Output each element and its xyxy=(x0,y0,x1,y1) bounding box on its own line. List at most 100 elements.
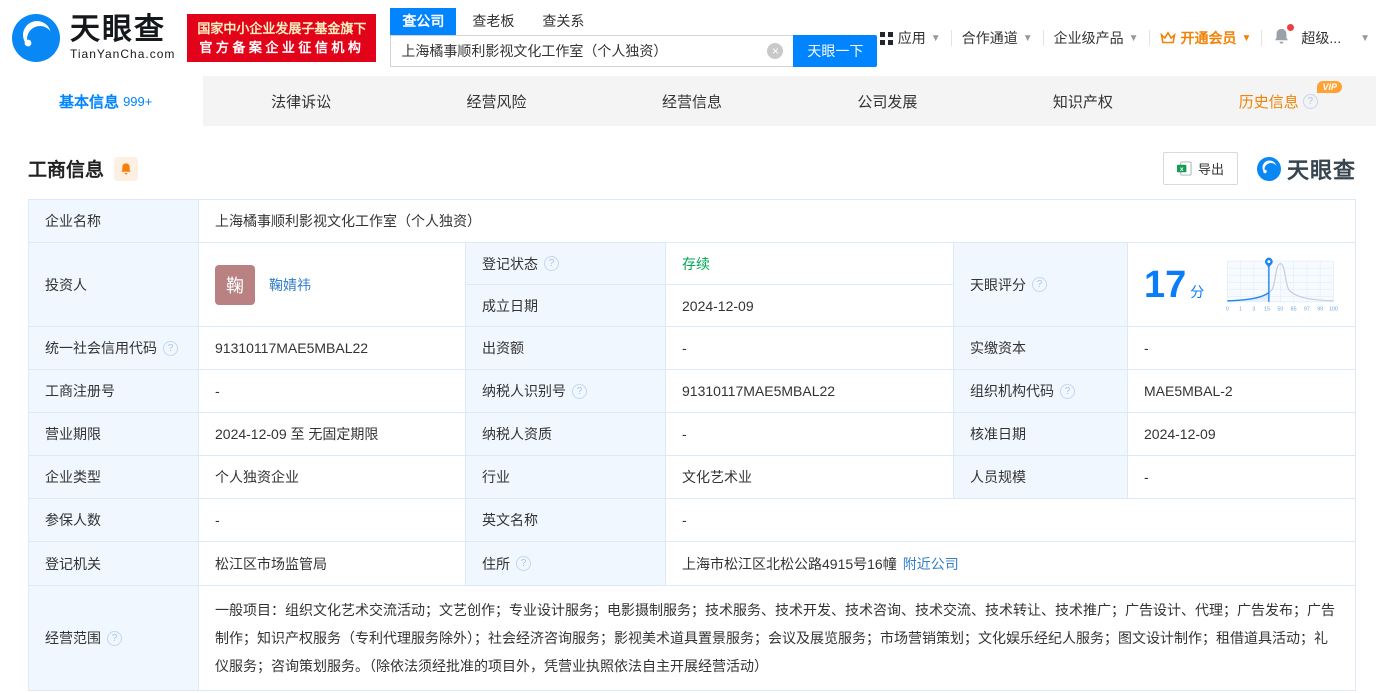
nearby-companies-link[interactable]: 附近公司 xyxy=(903,554,959,574)
notifications-button[interactable] xyxy=(1272,24,1295,49)
section-header: 工商信息 x 导出 天眼查 xyxy=(28,152,1356,185)
certification-line1: 国家中小企业发展子基金旗下 xyxy=(197,21,367,36)
help-icon[interactable]: ? xyxy=(1060,383,1075,399)
search-tab-relation[interactable]: 查关系 xyxy=(530,8,596,35)
search-input[interactable] xyxy=(390,35,794,67)
chevron-down-icon: ▼ xyxy=(1241,32,1252,44)
field-value-investor: 鞠 鞠婧祎 xyxy=(199,243,466,327)
search-tab-boss[interactable]: 查老板 xyxy=(460,8,526,35)
score-axis-label: 0 xyxy=(1226,306,1229,312)
tab-company-development[interactable]: 公司发展 xyxy=(790,76,985,126)
watermark-text: 天眼查 xyxy=(1286,157,1356,183)
export-button[interactable]: x 导出 xyxy=(1162,152,1238,185)
help-icon[interactable]: ? xyxy=(1302,93,1318,109)
score-axis-labels: 0 1 3 15 50 85 97 99 100 xyxy=(1226,306,1338,312)
field-label-address: 住所 ? xyxy=(466,542,666,586)
tab-operation-info[interactable]: 经营信息 xyxy=(594,76,789,126)
top-menu: 应用 ▼ 合作通道 ▼ 企业级产品 ▼ 开通会员 ▼ 超级... ▼ xyxy=(879,24,1370,49)
field-label-approval-date: 核准日期 xyxy=(954,413,1128,456)
field-label-reg-authority: 登记机关 xyxy=(29,542,199,586)
field-value-taxpayer-qualification: - xyxy=(666,413,954,456)
page: 天眼查 TianYanCha.com 国家中小企业发展子基金旗下 官方备案企业征… xyxy=(0,0,1384,693)
chevron-down-icon: ▼ xyxy=(930,32,941,44)
field-value-reg-status: 存续 xyxy=(666,243,954,285)
svg-text:x: x xyxy=(1180,166,1184,173)
divider xyxy=(1042,30,1044,46)
field-value-reg-authority: 松江区市场监管局 xyxy=(199,542,466,586)
field-label-business-scope: 经营范围 ? xyxy=(29,586,199,691)
certification-badge: 国家中小企业发展子基金旗下 官方备案企业征信机构 xyxy=(187,14,377,62)
chevron-down-icon: ▼ xyxy=(1360,32,1370,44)
score-axis-label: 85 xyxy=(1291,306,1297,312)
field-label-industry: 行业 xyxy=(466,456,666,499)
field-label-org-code: 组织机构代码 ? xyxy=(954,370,1128,413)
excel-icon: x xyxy=(1176,161,1192,176)
investor-avatar[interactable]: 鞠 xyxy=(215,264,255,305)
help-icon[interactable]: ? xyxy=(163,340,178,356)
help-icon[interactable]: ? xyxy=(544,256,559,271)
score-axis-label: 100 xyxy=(1329,306,1338,312)
field-value-address: 上海市松江区北松公路4915号16幢 附近公司 xyxy=(666,542,1356,586)
crown-icon xyxy=(1159,31,1176,44)
tab-intellectual-property[interactable]: 知识产权 xyxy=(985,76,1180,126)
field-label-insured-count: 参保人数 xyxy=(29,499,199,542)
business-info-table: 企业名称 上海橘事顺利影视文化工作室（个人独资） 投资人 鞠 鞠婧祎 登记状态 … xyxy=(28,199,1356,691)
field-value-company-name: 上海橘事顺利影视文化工作室（个人独资） xyxy=(199,200,1356,243)
field-value-business-term: 2024-12-09 至 无固定期限 xyxy=(199,413,466,456)
bell-icon xyxy=(121,162,131,174)
menu-item-enterprise[interactable]: 企业级产品 ▼ xyxy=(1054,28,1139,48)
score-axis-label: 3 xyxy=(1253,306,1256,312)
menu-item-membership[interactable]: 开通会员 ▼ xyxy=(1159,28,1252,48)
chevron-down-icon: ▼ xyxy=(1022,32,1033,44)
search-button[interactable]: 天眼一下 xyxy=(793,35,878,67)
field-value-tianyan-score: 17 分 0 1 3 15 50 85 97 99 100 xyxy=(1128,243,1356,327)
field-value-reg-number: - xyxy=(199,370,466,413)
main-content: 工商信息 x 导出 天眼查 企业名称 上海橘事顺利影视文化工作室（个人独资） 投… xyxy=(0,152,1384,691)
tab-basic-info[interactable]: 基本信息 999+ xyxy=(8,76,204,126)
chevron-down-icon: ▼ xyxy=(1128,32,1139,44)
field-label-paid-capital: 实缴资本 xyxy=(954,327,1128,370)
help-icon[interactable]: ? xyxy=(107,630,122,646)
investor-link[interactable]: 鞠婧祎 xyxy=(269,275,311,295)
score-axis-label: 50 xyxy=(1278,306,1284,312)
score-number: 17 xyxy=(1144,263,1187,306)
tab-history-info[interactable]: 历史信息 ? VIP xyxy=(1181,76,1376,126)
field-value-approval-date: 2024-12-09 xyxy=(1128,413,1356,456)
search-area: 查公司 查老板 查关系 × 天眼一下 xyxy=(390,8,878,67)
tianyancha-logo-icon xyxy=(12,14,60,62)
score-distribution-chart: 0 1 3 15 50 85 97 99 100 xyxy=(1226,257,1338,312)
menu-item-cooperation[interactable]: 合作通道 ▼ xyxy=(962,28,1033,48)
field-label-staff-size: 人员规模 xyxy=(954,456,1128,499)
field-label-company-type: 企业类型 xyxy=(29,456,199,499)
field-value-insured-count: - xyxy=(199,499,466,542)
field-label-taxpayer-id: 纳税人识别号 ? xyxy=(466,370,666,413)
help-icon[interactable]: ? xyxy=(516,556,531,571)
field-label-taxpayer-qualification: 纳税人资质 xyxy=(466,413,666,456)
menu-item-apps[interactable]: 应用 ▼ xyxy=(879,28,941,48)
field-label-investor: 投资人 xyxy=(29,243,199,327)
field-value-english-name: - xyxy=(666,499,1356,542)
brand-name: 天眼查 xyxy=(70,13,166,46)
field-value-capital-contribution: - xyxy=(666,327,954,370)
monitor-bell-button[interactable] xyxy=(114,156,139,181)
field-label-establish-date: 成立日期 xyxy=(466,285,666,327)
tab-legal-proceedings[interactable]: 法律诉讼 xyxy=(203,76,398,126)
search-tab-company[interactable]: 查公司 xyxy=(390,8,457,35)
menu-item-account[interactable]: 超级... ▼ xyxy=(1301,28,1370,48)
field-value-paid-capital: - xyxy=(1128,327,1356,370)
field-value-industry: 文化艺术业 xyxy=(666,456,954,499)
field-label-reg-number: 工商注册号 xyxy=(29,370,199,413)
divider xyxy=(1261,30,1263,46)
tianyancha-logo[interactable]: 天眼查 TianYanCha.com xyxy=(10,12,175,64)
apps-grid-icon xyxy=(879,31,893,45)
field-label-credit-code: 统一社会信用代码 ? xyxy=(29,327,199,370)
help-icon[interactable]: ? xyxy=(572,383,587,399)
tab-operation-risk[interactable]: 经营风险 xyxy=(399,76,594,126)
field-label-company-name: 企业名称 xyxy=(29,200,199,243)
vip-badge: VIP xyxy=(1317,81,1342,93)
section-title: 工商信息 xyxy=(28,160,105,181)
help-icon[interactable]: ? xyxy=(1032,277,1047,292)
field-label-reg-status: 登记状态 ? xyxy=(466,243,666,285)
field-value-company-type: 个人独资企业 xyxy=(199,456,466,499)
field-label-capital-contribution: 出资额 xyxy=(466,327,666,370)
